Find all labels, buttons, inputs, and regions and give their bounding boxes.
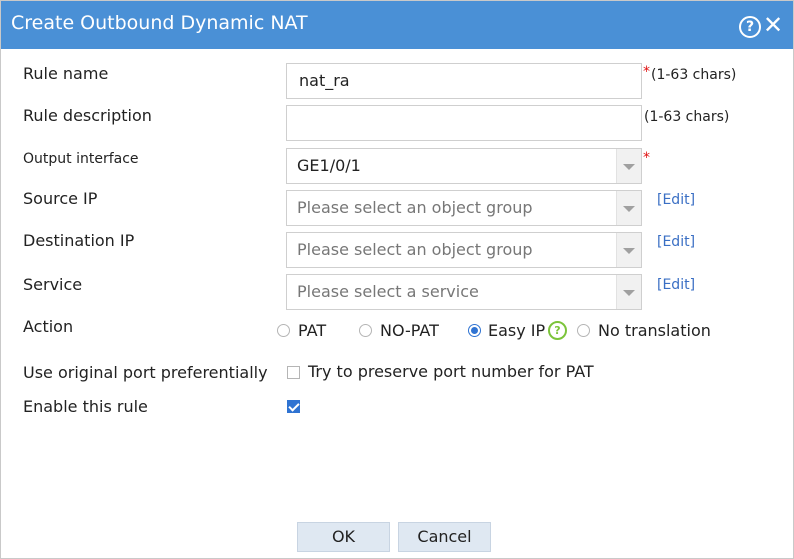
output-interface-select[interactable]: GE1/0/1 — [286, 148, 642, 184]
enable-rule-checkbox[interactable] — [287, 400, 300, 413]
service-edit-link[interactable]: [Edit] — [657, 277, 695, 293]
action-label-no-translation[interactable]: No translation — [598, 321, 711, 340]
preserve-port-checkbox[interactable] — [287, 366, 300, 379]
destination-ip-dropdown-button[interactable] — [616, 233, 641, 267]
action-radio-no-pat[interactable] — [359, 324, 372, 337]
rule-name-hint: (1-63 chars) — [651, 67, 737, 83]
destination-ip-edit-link[interactable]: [Edit] — [657, 234, 695, 250]
help-tip-icon[interactable]: ? — [548, 321, 567, 340]
close-icon[interactable]: ✕ — [763, 13, 783, 37]
chevron-down-icon — [623, 206, 635, 212]
action-label: Action — [23, 317, 74, 336]
source-ip-edit-link[interactable]: [Edit] — [657, 192, 695, 208]
rule-description-hint: (1-63 chars) — [644, 109, 730, 125]
service-dropdown-button[interactable] — [616, 275, 641, 309]
action-radio-no-translation[interactable] — [577, 324, 590, 337]
chevron-down-icon — [623, 290, 635, 296]
action-label-easy-ip[interactable]: Easy IP — [488, 321, 545, 340]
output-interface-dropdown-button[interactable] — [616, 149, 641, 183]
ok-button[interactable]: OK — [297, 522, 390, 552]
action-label-pat[interactable]: PAT — [298, 321, 326, 340]
rule-description-input[interactable] — [286, 105, 642, 141]
chevron-down-icon — [623, 164, 635, 170]
source-ip-label: Source IP — [23, 189, 98, 208]
cancel-button[interactable]: Cancel — [398, 522, 491, 552]
action-radio-easy-ip[interactable] — [468, 324, 481, 337]
rule-description-label: Rule description — [23, 106, 152, 125]
source-ip-select[interactable]: Please select an object group — [286, 190, 642, 226]
service-placeholder: Please select a service — [297, 282, 479, 301]
action-radio-pat[interactable] — [277, 324, 290, 337]
dialog-title: Create Outbound Dynamic NAT — [11, 12, 308, 34]
output-interface-required-mark: * — [643, 150, 650, 166]
destination-ip-label: Destination IP — [23, 231, 135, 250]
output-interface-label: Output interface — [23, 151, 139, 167]
service-label: Service — [23, 275, 83, 294]
chevron-down-icon — [623, 248, 635, 254]
service-select[interactable]: Please select a service — [286, 274, 642, 310]
source-ip-dropdown-button[interactable] — [616, 191, 641, 225]
rule-name-input[interactable]: nat_ra — [286, 63, 642, 99]
rule-name-label: Rule name — [23, 64, 109, 83]
rule-name-required-mark: * — [643, 64, 650, 80]
create-outbound-dynamic-nat-dialog: Create Outbound Dynamic NAT ? ✕ Rule nam… — [0, 0, 794, 559]
destination-ip-placeholder: Please select an object group — [297, 240, 533, 259]
source-ip-placeholder: Please select an object group — [297, 198, 533, 217]
action-label-no-pat[interactable]: NO-PAT — [380, 321, 439, 340]
use-original-port-label: Use original port preferentially — [23, 363, 268, 382]
dialog-titlebar: Create Outbound Dynamic NAT ? ✕ — [1, 1, 793, 49]
output-interface-value: GE1/0/1 — [297, 156, 361, 175]
enable-rule-label: Enable this rule — [23, 397, 148, 416]
destination-ip-select[interactable]: Please select an object group — [286, 232, 642, 268]
help-icon[interactable]: ? — [739, 16, 761, 38]
preserve-port-checkbox-label[interactable]: Try to preserve port number for PAT — [308, 362, 594, 381]
